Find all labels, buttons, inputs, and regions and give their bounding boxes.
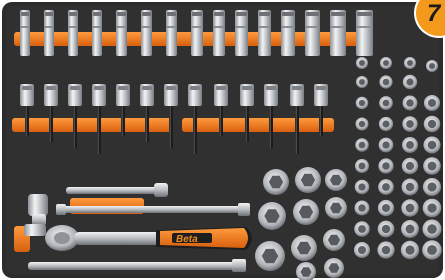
- small-socket: [354, 200, 370, 216]
- deep-socket: [281, 10, 295, 56]
- large-socket: [291, 235, 317, 261]
- small-socket: [400, 240, 420, 260]
- deep-socket: [330, 10, 346, 56]
- large-socket: [255, 241, 285, 271]
- small-socket: [377, 220, 395, 238]
- deep-socket: [20, 10, 30, 56]
- small-socket: [422, 198, 442, 218]
- small-socket: [355, 117, 369, 131]
- deep-socket: [356, 10, 373, 56]
- large-socket: [258, 202, 286, 230]
- large-socket: [325, 169, 347, 191]
- small-socket: [423, 136, 441, 154]
- small-socket: [401, 157, 419, 175]
- deep-socket: [44, 10, 54, 56]
- small-socket: [354, 221, 370, 237]
- deep-socket: [213, 10, 225, 56]
- small-socket: [354, 179, 370, 195]
- small-socket: [404, 57, 416, 69]
- small-socket: [402, 95, 418, 111]
- small-socket: [422, 177, 442, 197]
- deep-socket: [141, 10, 152, 56]
- small-socket: [402, 137, 418, 153]
- tool-tray-photo: Beta 7: [0, 0, 445, 280]
- large-socket: [323, 229, 345, 251]
- small-socket: [355, 138, 369, 152]
- small-socket: [356, 76, 368, 88]
- large-socket: [263, 169, 289, 195]
- deep-socket: [92, 10, 102, 56]
- small-socket: [355, 159, 369, 173]
- small-socket: [377, 199, 395, 217]
- small-socket: [378, 158, 394, 174]
- deep-socket: [258, 10, 271, 56]
- small-socket: [426, 60, 438, 72]
- small-socket: [379, 75, 393, 89]
- large-socket: [325, 197, 347, 219]
- small-socket: [402, 74, 418, 90]
- bit-socket-rail-right: [182, 118, 334, 132]
- small-socket: [401, 199, 419, 217]
- small-socket: [355, 96, 369, 110]
- small-socket: [422, 240, 442, 260]
- deep-socket: [305, 10, 320, 56]
- large-socket: [324, 258, 344, 278]
- small-socket: [378, 116, 394, 132]
- small-socket: [377, 241, 395, 259]
- deep-socket: [235, 10, 248, 56]
- small-socket: [402, 116, 418, 132]
- deep-socket: [116, 10, 127, 56]
- small-socket: [380, 57, 392, 69]
- small-socket: [354, 242, 370, 258]
- small-socket: [379, 96, 393, 110]
- large-socket: [293, 199, 319, 225]
- large-socket: [295, 167, 321, 193]
- small-socket: [423, 115, 441, 133]
- small-socket: [401, 178, 419, 196]
- deep-socket: [191, 10, 203, 56]
- small-socket: [401, 220, 419, 238]
- small-socket: [422, 219, 442, 239]
- small-socket: [378, 137, 394, 153]
- small-socket: [378, 179, 394, 195]
- small-socket: [423, 94, 441, 112]
- deep-socket: [166, 10, 177, 56]
- small-socket: [356, 57, 368, 69]
- small-socket: [423, 157, 441, 175]
- set-number-label: 7: [427, 0, 441, 27]
- ratchet-brand-label: Beta: [176, 234, 198, 245]
- tray-illustration: Beta: [2, 2, 443, 280]
- deep-socket: [68, 10, 78, 56]
